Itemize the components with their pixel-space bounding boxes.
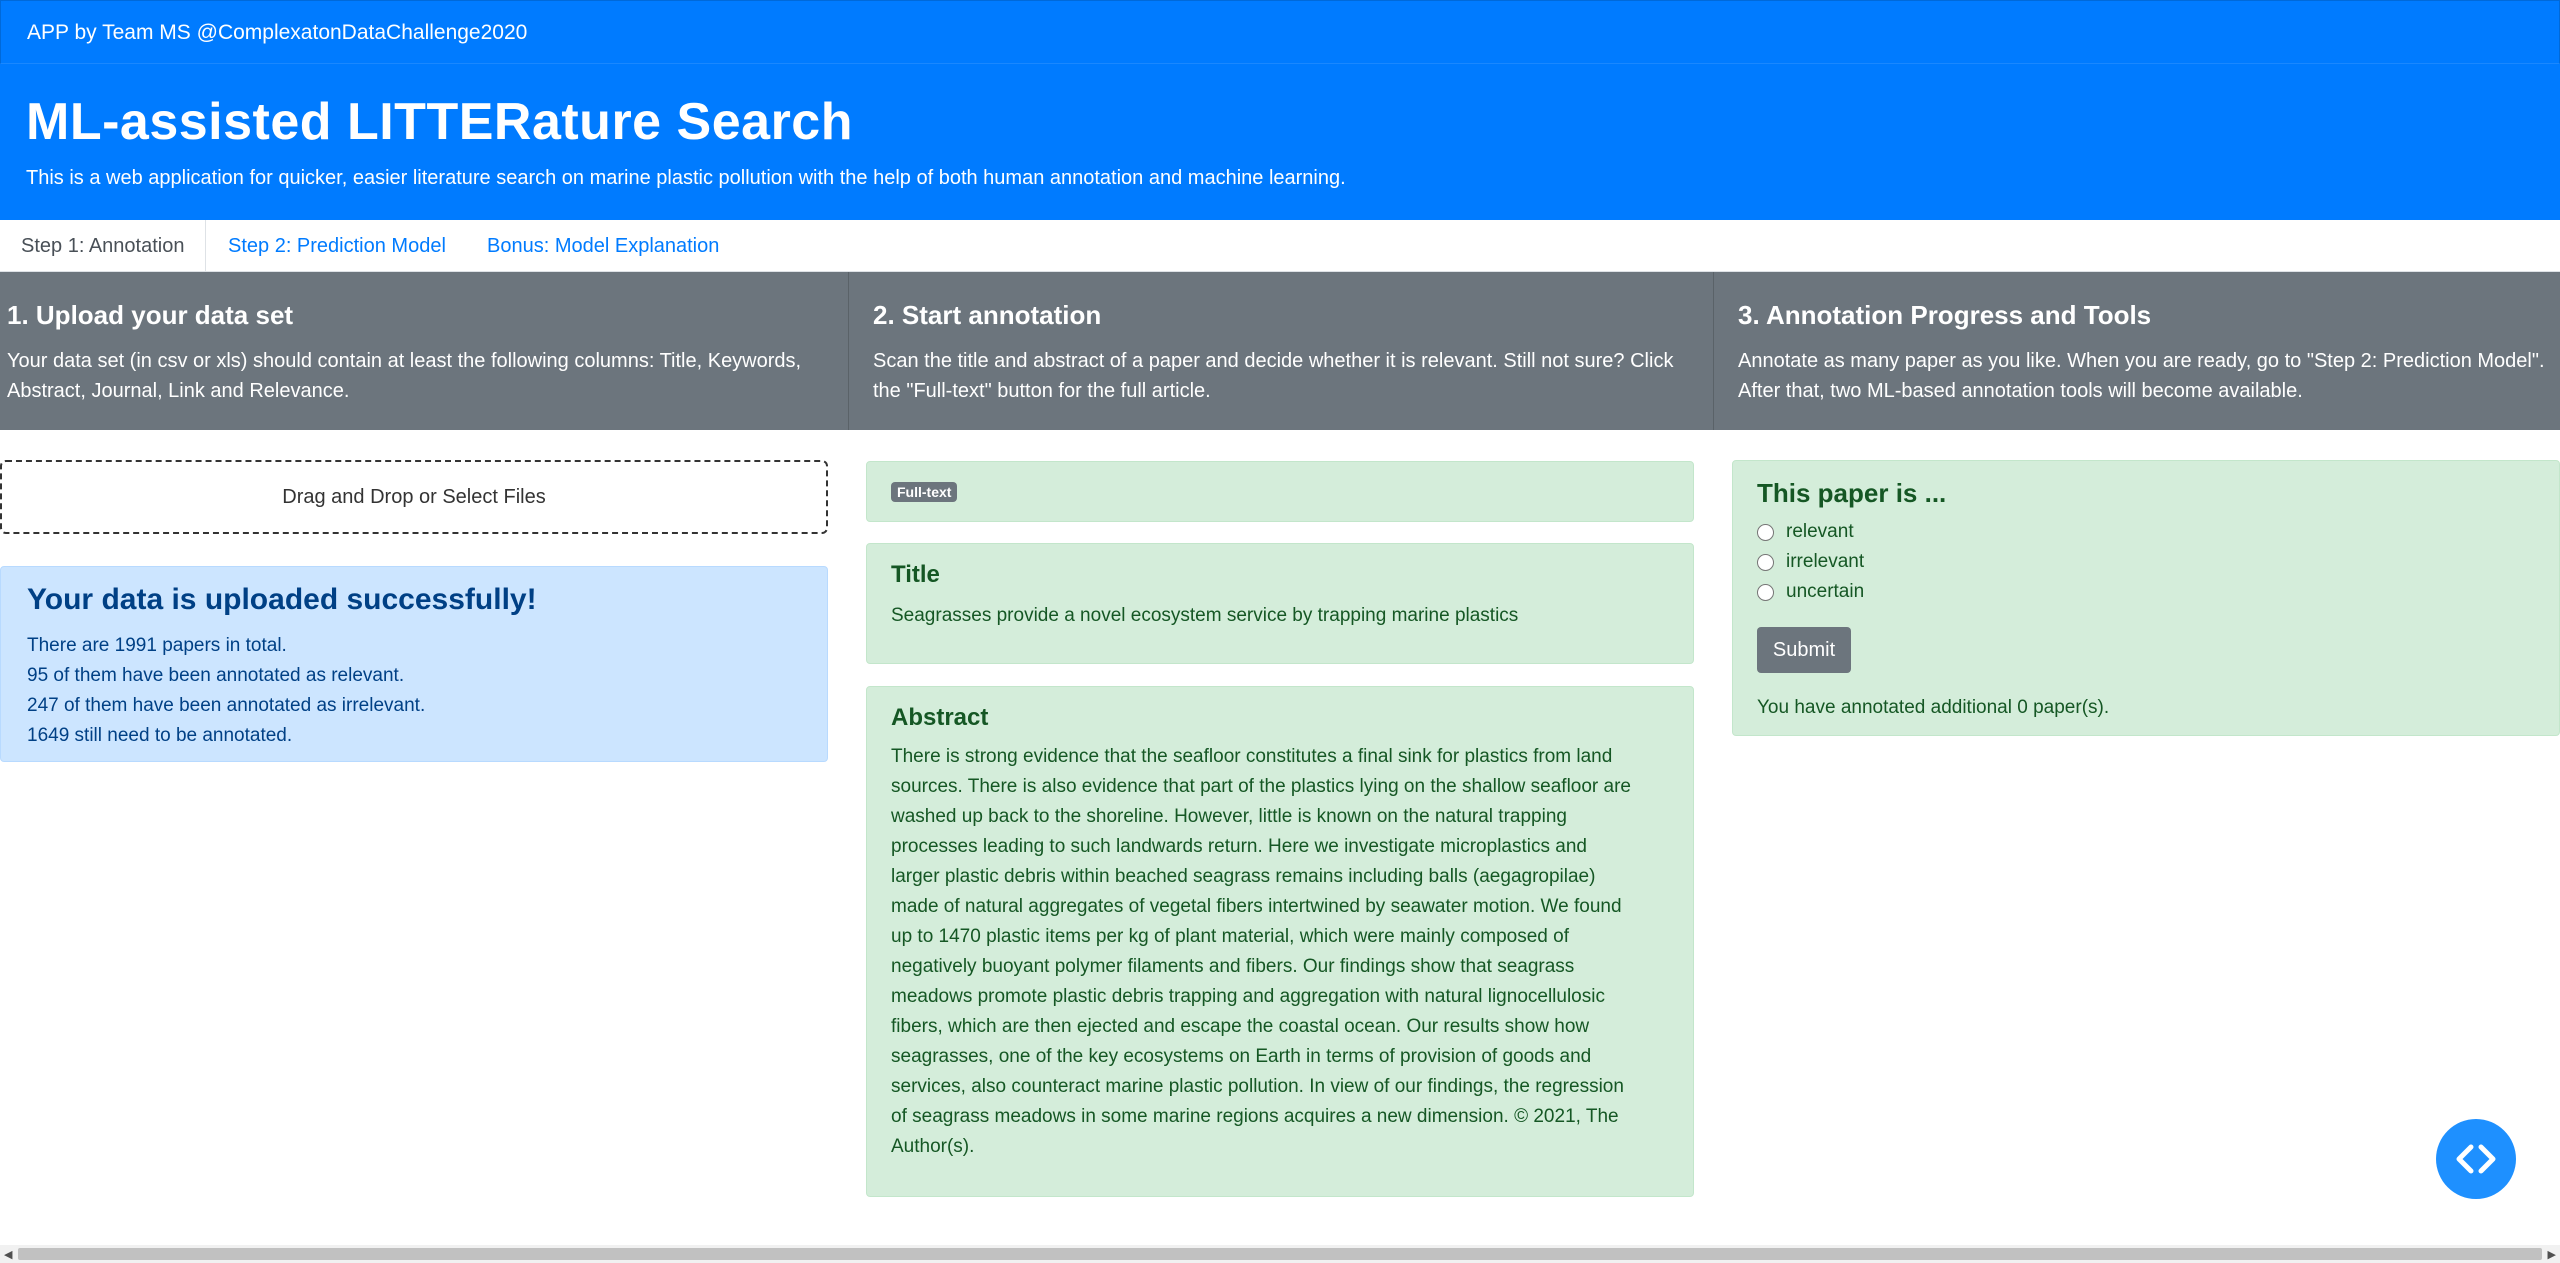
- scroll-left-icon[interactable]: ◀: [4, 1248, 12, 1261]
- abstract-card: Abstract There is strong evidence that t…: [866, 686, 1694, 1197]
- step-description-line: Your data set (in csv or xls) should con…: [7, 350, 802, 372]
- step-description-line: Scan the title and abstract of a paper a…: [873, 350, 1674, 372]
- upload-status-heading: Your data is uploaded successfully!: [27, 583, 537, 616]
- horizontal-scrollbar[interactable]: ◀ ▶: [0, 1245, 2560, 1263]
- radio-button[interactable]: [1757, 583, 1774, 601]
- title-heading: Title: [891, 561, 940, 588]
- file-upload-dropzone[interactable]: Drag and Drop or Select Files: [0, 460, 828, 534]
- steps-banner: 1. Upload your data set Your data set (i…: [0, 272, 2560, 430]
- fulltext-card: Full-text: [866, 461, 1694, 522]
- radio-irrelevant[interactable]: irrelevant: [1757, 551, 1864, 573]
- paper-abstract: There is strong evidence that the seaflo…: [891, 742, 1631, 1162]
- step-description: Annotate as many paper as you like. When…: [1738, 346, 2545, 406]
- step-description-line: the "Full-text" button for the full arti…: [873, 380, 1211, 402]
- status-line: 1649 still need to be annotated.: [27, 725, 293, 746]
- abstract-line: fibers, which are then ejected and escap…: [891, 1016, 1590, 1037]
- step-title: 1. Upload your data set: [7, 300, 294, 330]
- step-description: Scan the title and abstract of a paper a…: [873, 346, 1673, 406]
- code-toggle-button[interactable]: [2436, 1119, 2516, 1199]
- upload-status-alert: Your data is uploaded successfully! Ther…: [0, 566, 828, 762]
- abstract-line: made of natural aggregates of vegetal fi…: [891, 896, 1622, 917]
- abstract-heading: Abstract: [891, 704, 989, 731]
- tab-annotation[interactable]: Step 1: Annotation: [0, 220, 207, 272]
- paper-title: Seagrasses provide a novel ecosystem ser…: [891, 605, 1519, 626]
- step-annotation: 2. Start annotation Scan the title and a…: [848, 272, 1713, 430]
- navbar-title: APP by Team MS @ComplexatonDataChallenge…: [27, 21, 528, 44]
- tab-model-explanation[interactable]: Bonus: Model Explanation: [466, 220, 740, 272]
- upload-status-details: There are 1991 papers in total. 95 of th…: [27, 631, 425, 751]
- annotation-heading: This paper is ...: [1757, 478, 1947, 508]
- step-title: 3. Annotation Progress and Tools: [1738, 300, 2152, 330]
- submit-button[interactable]: Submit: [1757, 627, 1851, 673]
- radio-label: irrelevant: [1786, 551, 1865, 572]
- hero-jumbotron: ML-assisted LITTERature Search This is a…: [0, 64, 2560, 220]
- radio-label: relevant: [1786, 521, 1854, 542]
- scrollbar-thumb[interactable]: [18, 1248, 2542, 1260]
- title-card: Title Seagrasses provide a novel ecosyst…: [866, 543, 1694, 664]
- abstract-line: services, also counteract marine plastic…: [891, 1076, 1624, 1097]
- page-title: ML-assisted LITTERature Search: [26, 93, 853, 151]
- abstract-line: larger plastic debris within beached sea…: [891, 866, 1596, 887]
- fulltext-button[interactable]: Full-text: [891, 482, 958, 502]
- step-progress-tools: 3. Annotation Progress and Tools Annotat…: [1713, 272, 2560, 430]
- step-title: 2. Start annotation: [873, 300, 1102, 330]
- navbar: APP by Team MS @ComplexatonDataChallenge…: [0, 0, 2560, 64]
- radio-relevant[interactable]: relevant: [1757, 521, 1854, 543]
- status-line: 247 of them have been annotated as irrel…: [27, 695, 426, 716]
- abstract-line: sources. There is also evidence that par…: [891, 776, 1631, 797]
- tab-bar: Step 1: Annotation Step 2: Prediction Mo…: [0, 220, 2560, 272]
- abstract-line: processes leading to such landwards retu…: [891, 836, 1587, 857]
- abstract-line: up to 1470 plastic items per kg of plant…: [891, 926, 1569, 947]
- status-line: There are 1991 papers in total.: [27, 635, 287, 656]
- annotation-card: This paper is ... relevant irrelevant un…: [1732, 460, 2560, 736]
- radio-label: uncertain: [1786, 581, 1865, 602]
- tab-prediction-model[interactable]: Step 2: Prediction Model: [207, 220, 467, 272]
- step-description-line: Abstract, Journal, Link and Relevance.: [7, 380, 350, 402]
- abstract-line: seagrasses, one of the key ecosystems on…: [891, 1046, 1592, 1067]
- radio-button[interactable]: [1757, 523, 1774, 541]
- step-description-line: After that, two ML-based annotation tool…: [1738, 380, 2303, 402]
- radio-uncertain[interactable]: uncertain: [1757, 581, 1864, 603]
- abstract-line: of seagrass meadows in some marine regio…: [891, 1106, 1619, 1127]
- abstract-line: washed up back to the shoreline. However…: [891, 806, 1567, 827]
- step-description-line: Annotate as many paper as you like. When…: [1738, 350, 2545, 372]
- annotation-counter: You have annotated additional 0 paper(s)…: [1757, 697, 2110, 718]
- code-icon: [2456, 1144, 2496, 1174]
- page-subtitle: This is a web application for quicker, e…: [26, 167, 1346, 189]
- abstract-line: negatively buoyant polymer filaments and…: [891, 956, 1575, 977]
- step-description: Your data set (in csv or xls) should con…: [7, 346, 801, 406]
- abstract-line: There is strong evidence that the seaflo…: [891, 746, 1613, 767]
- radio-button[interactable]: [1757, 553, 1774, 571]
- status-line: 95 of them have been annotated as releva…: [27, 665, 405, 686]
- abstract-line: meadows promote plastic debris trapping …: [891, 986, 1605, 1007]
- scroll-right-icon[interactable]: ▶: [2548, 1248, 2556, 1261]
- step-upload: 1. Upload your data set Your data set (i…: [0, 272, 848, 430]
- abstract-line: Author(s).: [891, 1136, 975, 1157]
